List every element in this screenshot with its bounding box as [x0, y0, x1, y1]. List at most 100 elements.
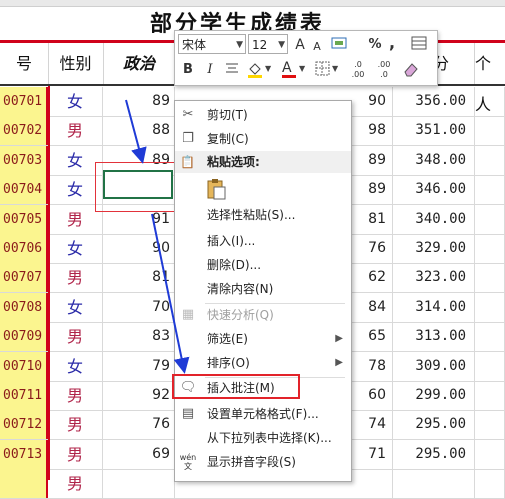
- cell-id[interactable]: 00713: [0, 439, 48, 469]
- cell-id[interactable]: 00708: [0, 292, 48, 322]
- shrink-font-button[interactable]: A: [310, 37, 324, 57]
- grow-font-button[interactable]: A: [292, 35, 308, 55]
- cell-politics[interactable]: 89: [103, 87, 175, 116]
- cell-rank[interactable]: [475, 87, 505, 116]
- menu-item-insert[interactable]: 插入(I)...: [175, 229, 351, 253]
- comma-button[interactable]: ,: [387, 33, 397, 53]
- cell-politics[interactable]: 76: [103, 410, 175, 440]
- cell-rank[interactable]: [475, 204, 505, 234]
- highlight-box-insert-comment: [172, 374, 300, 399]
- cell-politics[interactable]: 83: [103, 322, 175, 352]
- menu-item-copy[interactable]: ❐ 复制(C): [175, 127, 351, 151]
- cell-politics[interactable]: 90: [103, 234, 175, 263]
- cell-sex[interactable]: 男: [48, 322, 103, 352]
- cell-total[interactable]: 351.00: [393, 116, 475, 146]
- cell-rank[interactable]: [475, 469, 505, 499]
- cell-id[interactable]: 00704: [0, 175, 48, 205]
- cell-rank[interactable]: [475, 292, 505, 322]
- menu-item-cut[interactable]: ✂ 剪切(T): [175, 103, 351, 127]
- cell-rank[interactable]: [475, 234, 505, 263]
- menu-item-clear[interactable]: 清除内容(N): [175, 277, 351, 301]
- header-politics[interactable]: 政治: [103, 43, 176, 84]
- cell-sex[interactable]: 男: [48, 469, 103, 499]
- cell-politics[interactable]: 79: [103, 351, 175, 381]
- context-menu: ✂ 剪切(T) ❐ 复制(C) 📋 粘贴选项: 选择性粘贴(S)... 插入(I…: [174, 100, 352, 482]
- cell-total[interactable]: 346.00: [393, 175, 475, 205]
- percent-button[interactable]: %: [367, 35, 383, 55]
- cell-id[interactable]: 00703: [0, 145, 48, 175]
- borders-button[interactable]: ▼: [313, 60, 341, 80]
- cell-rank[interactable]: [475, 351, 505, 381]
- cell-id[interactable]: 00711: [0, 381, 48, 410]
- paste-button[interactable]: [205, 177, 227, 201]
- cell-sex[interactable]: 女: [48, 234, 103, 263]
- clipboard-icon: 📋: [180, 155, 195, 169]
- cell-total[interactable]: 329.00: [393, 234, 475, 263]
- cell-sex[interactable]: 男: [48, 410, 103, 440]
- menu-item-paste-special[interactable]: 选择性粘贴(S)...: [175, 203, 351, 227]
- cell-total[interactable]: [393, 469, 475, 499]
- menu-item-filter[interactable]: 筛选(E) ▶: [175, 327, 351, 351]
- cell-sex[interactable]: 男: [48, 381, 103, 410]
- font-color-button[interactable]: A ▼: [279, 60, 307, 80]
- menu-item-pick-list[interactable]: 从下拉列表中选择(K)...: [175, 426, 351, 450]
- cell-total[interactable]: 340.00: [393, 204, 475, 234]
- cell-sex[interactable]: 女: [48, 87, 103, 116]
- header-id[interactable]: 号: [0, 43, 49, 84]
- font-name-dropdown[interactable]: 宋体 ▼: [178, 34, 246, 54]
- menu-item-format-cells[interactable]: ▤ 设置单元格格式(F)...: [175, 402, 351, 426]
- font-size-dropdown[interactable]: 12 ▼: [248, 34, 288, 54]
- cell-id[interactable]: 00709: [0, 322, 48, 352]
- fill-color-button[interactable]: ▼: [245, 60, 273, 80]
- cell-total[interactable]: 313.00: [393, 322, 475, 352]
- cell-rank[interactable]: [475, 145, 505, 175]
- decrease-decimal-button[interactable]: .00 .0: [373, 60, 395, 80]
- cell-total[interactable]: 309.00: [393, 351, 475, 381]
- cell-id[interactable]: 00707: [0, 263, 48, 293]
- cell-id[interactable]: 00702: [0, 116, 48, 146]
- menu-item-delete[interactable]: 删除(D)...: [175, 253, 351, 277]
- header-sex[interactable]: 性别: [48, 43, 104, 84]
- cell-total[interactable]: 314.00: [393, 292, 475, 322]
- menu-item-phonetic[interactable]: wén 文 显示拼音字段(S): [175, 450, 351, 474]
- cell-rank[interactable]: [475, 410, 505, 440]
- cell-total[interactable]: 323.00: [393, 263, 475, 293]
- cell-total[interactable]: 295.00: [393, 410, 475, 440]
- cell-sex[interactable]: 男: [48, 116, 103, 146]
- cell-total[interactable]: 299.00: [393, 381, 475, 410]
- cell-politics[interactable]: [103, 469, 175, 499]
- cell-id[interactable]: 00705: [0, 204, 48, 234]
- cell-politics[interactable]: 69: [103, 439, 175, 469]
- accounting-format-button[interactable]: [329, 35, 351, 55]
- menu-item-sort[interactable]: 排序(O) ▶: [175, 351, 351, 375]
- cell-id[interactable]: 00706: [0, 234, 48, 263]
- cell-politics[interactable]: 81: [103, 263, 175, 293]
- cell-rank[interactable]: [475, 175, 505, 205]
- italic-button[interactable]: I: [201, 60, 219, 80]
- cell-sex[interactable]: 女: [48, 351, 103, 381]
- cell-rank[interactable]: [475, 381, 505, 410]
- cell-politics[interactable]: 70: [103, 292, 175, 322]
- cell-total[interactable]: 348.00: [393, 145, 475, 175]
- cell-politics[interactable]: 92: [103, 381, 175, 410]
- cell-rank[interactable]: [475, 116, 505, 146]
- format-painter-button[interactable]: [409, 35, 429, 55]
- cell-rank[interactable]: [475, 439, 505, 469]
- header-rank[interactable]: 个人: [475, 43, 505, 114]
- cell-total[interactable]: 356.00: [393, 87, 475, 116]
- cell-sex[interactable]: 男: [48, 439, 103, 469]
- eraser-button[interactable]: [401, 60, 421, 80]
- align-button[interactable]: [223, 60, 241, 80]
- cell-id[interactable]: 00701: [0, 87, 48, 116]
- cell-id[interactable]: 00710: [0, 351, 48, 381]
- cell-sex[interactable]: 男: [48, 263, 103, 293]
- increase-decimal-button[interactable]: .0 .00: [347, 60, 369, 80]
- cell-rank[interactable]: [475, 322, 505, 352]
- cell-rank[interactable]: [475, 263, 505, 293]
- cell-sex[interactable]: 女: [48, 292, 103, 322]
- bold-button[interactable]: B: [179, 60, 197, 80]
- cell-id[interactable]: [0, 469, 48, 499]
- cell-politics[interactable]: 88: [103, 116, 175, 146]
- cell-id[interactable]: 00712: [0, 410, 48, 440]
- cell-total[interactable]: 295.00: [393, 439, 475, 469]
